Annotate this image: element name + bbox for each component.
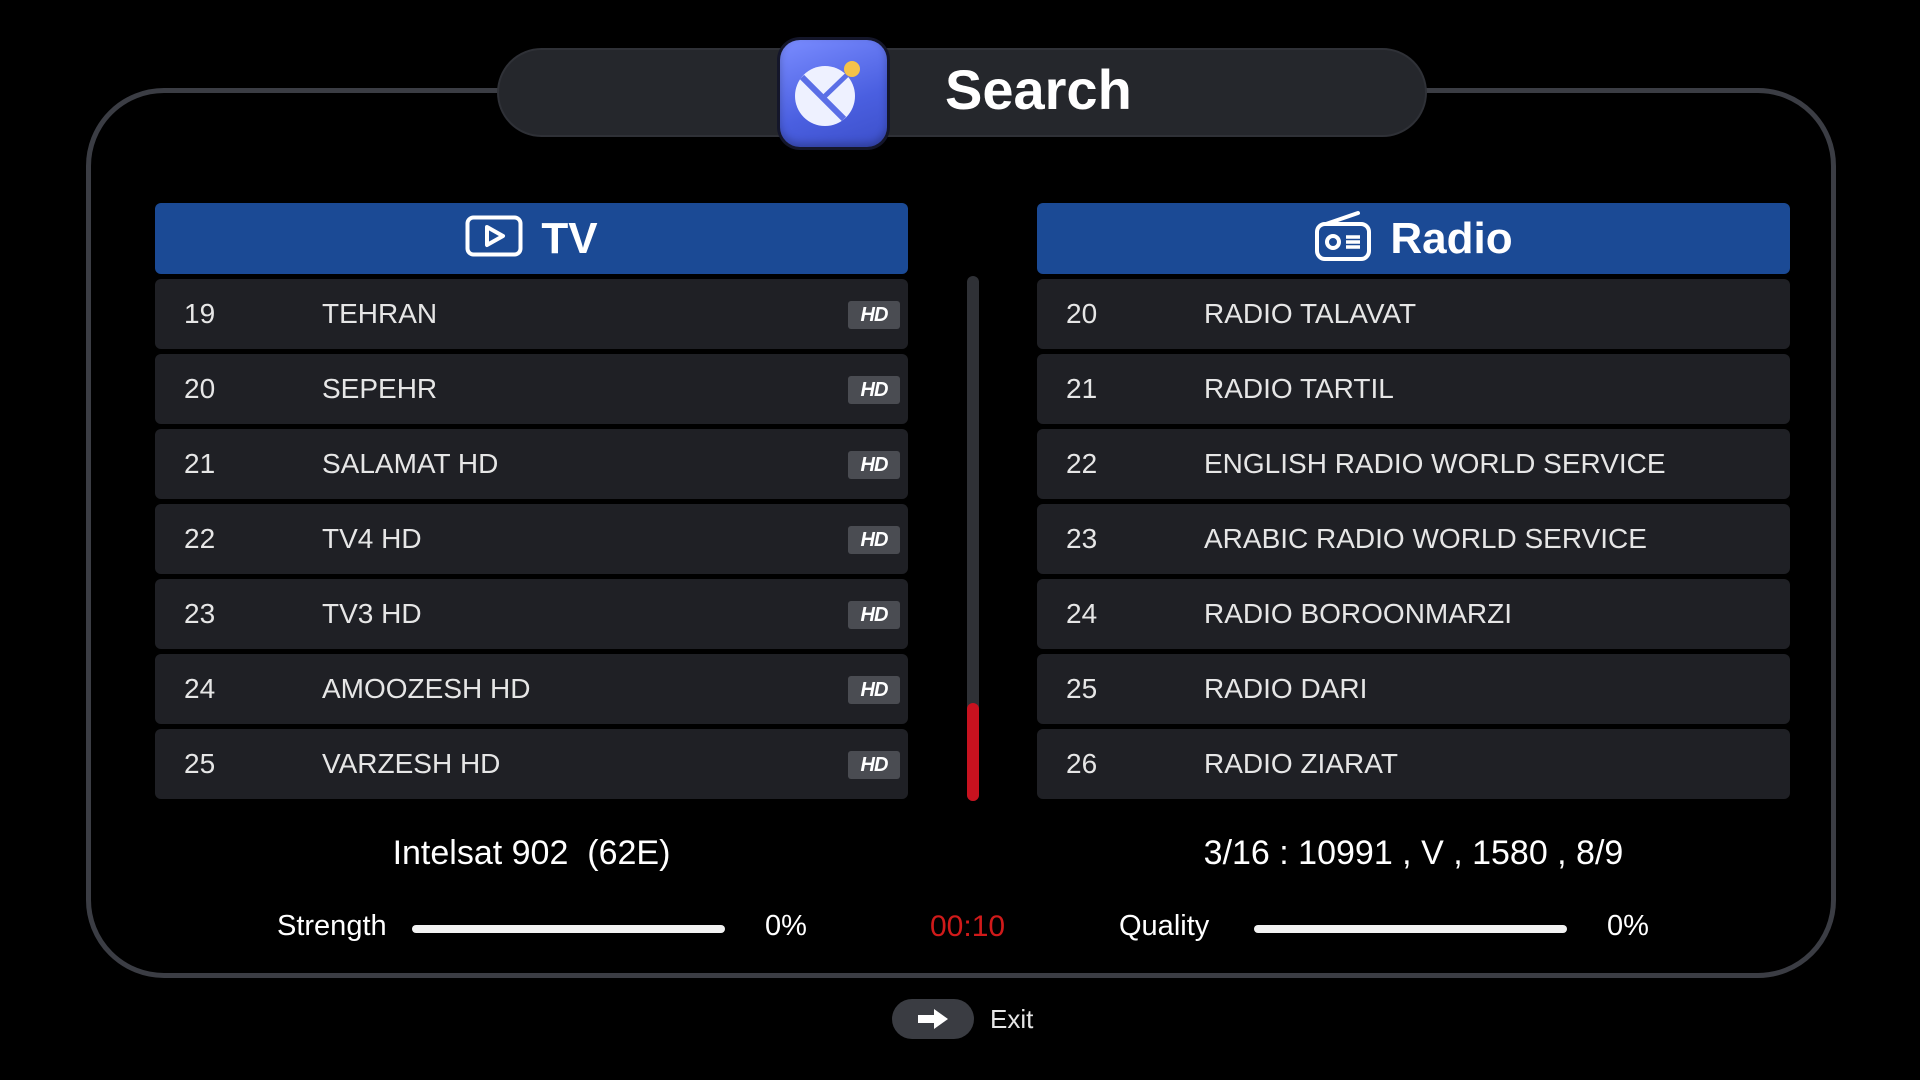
radio-channel-row[interactable]: 26 RADIO ZIARAT	[1037, 729, 1790, 799]
channel-number: 22	[1066, 448, 1098, 479]
channel-name: ENGLISH RADIO WORLD SERVICE	[1204, 448, 1666, 479]
radio-channel-list[interactable]: 20 RADIO TALAVAT 21 RADIO TARTIL 22 ENGLISH R…	[1037, 279, 1790, 799]
channel-number: 23	[184, 598, 216, 629]
tv-channel-row[interactable]: 21 SALAMAT HD HD	[155, 429, 908, 499]
radio-channel-row[interactable]: 23 ARABIC RADIO WORLD SERVICE	[1037, 504, 1790, 574]
channel-name: ARABIC RADIO WORLD SERVICE	[1204, 523, 1647, 554]
radio-header: Radio	[1037, 203, 1790, 274]
radio-channel-row[interactable]: 20 RADIO TALAVAT	[1037, 279, 1790, 349]
hd-badge: HD	[848, 601, 900, 629]
channel-number: 21	[184, 448, 216, 479]
hd-badge: HD	[848, 751, 900, 779]
hd-badge: HD	[848, 301, 900, 329]
exit-arrow-icon	[918, 1009, 948, 1029]
search-screen: Search TV 19 TEHRAN HD 20 SEPEHR HD 21 SALAMAT …	[0, 0, 1920, 1080]
tv-channel-row[interactable]: 23 TV3 HD HD	[155, 579, 908, 649]
strength-label: Strength	[277, 910, 387, 942]
tv-header: TV	[155, 203, 908, 274]
channel-name: SEPEHR	[322, 373, 438, 404]
tv-channel-row[interactable]: 25 VARZESH HD HD	[155, 729, 908, 799]
channel-number: 24	[184, 673, 216, 704]
quality-value: 0%	[1607, 910, 1649, 942]
scrollbar[interactable]	[967, 276, 979, 801]
hd-badge: HD	[848, 526, 900, 554]
transponder-info: 3/16 : 10991 , V , 1580 , 8/9	[1203, 834, 1624, 872]
quality-bar	[1254, 925, 1567, 933]
page-title: Search	[945, 58, 1132, 121]
radio-icon	[1314, 210, 1372, 267]
channel-number: 25	[1066, 673, 1098, 704]
tv-channel-row[interactable]: 22 TV4 HD HD	[155, 504, 908, 574]
channel-name: SALAMAT HD	[322, 448, 499, 479]
channel-name: RADIO TARTIL	[1204, 373, 1394, 404]
channel-number: 25	[184, 748, 216, 779]
exit-button[interactable]	[892, 999, 974, 1039]
channel-name: RADIO TALAVAT	[1204, 298, 1417, 329]
channel-name: TV4 HD	[322, 523, 422, 554]
channel-number: 19	[184, 298, 216, 329]
satellite-name: Intelsat 902 (62E)	[392, 834, 671, 872]
radio-channel-row[interactable]: 21 RADIO TARTIL	[1037, 354, 1790, 424]
tv-channel-list[interactable]: 19 TEHRAN HD 20 SEPEHR HD 21 SALAMAT HD HD 22 TV4 …	[155, 279, 908, 799]
channel-name: AMOOZESH HD	[322, 673, 531, 704]
exit-label: Exit	[990, 1004, 1034, 1034]
hd-badge: HD	[848, 451, 900, 479]
tv-channel-row[interactable]: 20 SEPEHR HD	[155, 354, 908, 424]
radio-channel-row[interactable]: 25 RADIO DARI	[1037, 654, 1790, 724]
satellite-dish-icon	[780, 40, 887, 147]
channel-name: RADIO DARI	[1204, 673, 1368, 704]
channel-number: 20	[1066, 298, 1098, 329]
strength-value: 0%	[765, 910, 807, 942]
radio-header-label: Radio	[1390, 214, 1513, 263]
tv-panel: TV 19 TEHRAN HD 20 SEPEHR HD 21 SALAMAT HD HD 22 T…	[155, 203, 908, 804]
play-screen-icon	[465, 215, 523, 262]
radio-channel-row[interactable]: 22 ENGLISH RADIO WORLD SERVICE	[1037, 429, 1790, 499]
channel-number: 23	[1066, 523, 1098, 554]
strength-bar	[412, 925, 725, 933]
tv-channel-row[interactable]: 19 TEHRAN HD	[155, 279, 908, 349]
tv-header-label: TV	[541, 214, 598, 263]
channel-number: 21	[1066, 373, 1098, 404]
quality-label: Quality	[1119, 910, 1210, 942]
channel-name: RADIO ZIARAT	[1204, 748, 1398, 779]
hd-badge: HD	[848, 376, 900, 404]
channel-name: VARZESH HD	[322, 748, 501, 779]
channel-number: 26	[1066, 748, 1098, 779]
channel-number: 22	[184, 523, 216, 554]
hd-badge: HD	[848, 676, 900, 704]
scrollbar-thumb[interactable]	[967, 703, 979, 801]
search-timer: 00:10	[930, 910, 1006, 943]
radio-panel: Radio 20 RADIO TALAVAT 21 RADIO TARTIL 22 ENG…	[1037, 203, 1790, 804]
tv-channel-row[interactable]: 24 AMOOZESH HD HD	[155, 654, 908, 724]
channel-name: TV3 HD	[322, 598, 422, 629]
channel-name: RADIO BOROONMARZI	[1204, 598, 1513, 629]
channel-name: TEHRAN	[322, 298, 438, 329]
radio-channel-row[interactable]: 24 RADIO BOROONMARZI	[1037, 579, 1790, 649]
channel-number: 24	[1066, 598, 1098, 629]
channel-number: 20	[184, 373, 216, 404]
